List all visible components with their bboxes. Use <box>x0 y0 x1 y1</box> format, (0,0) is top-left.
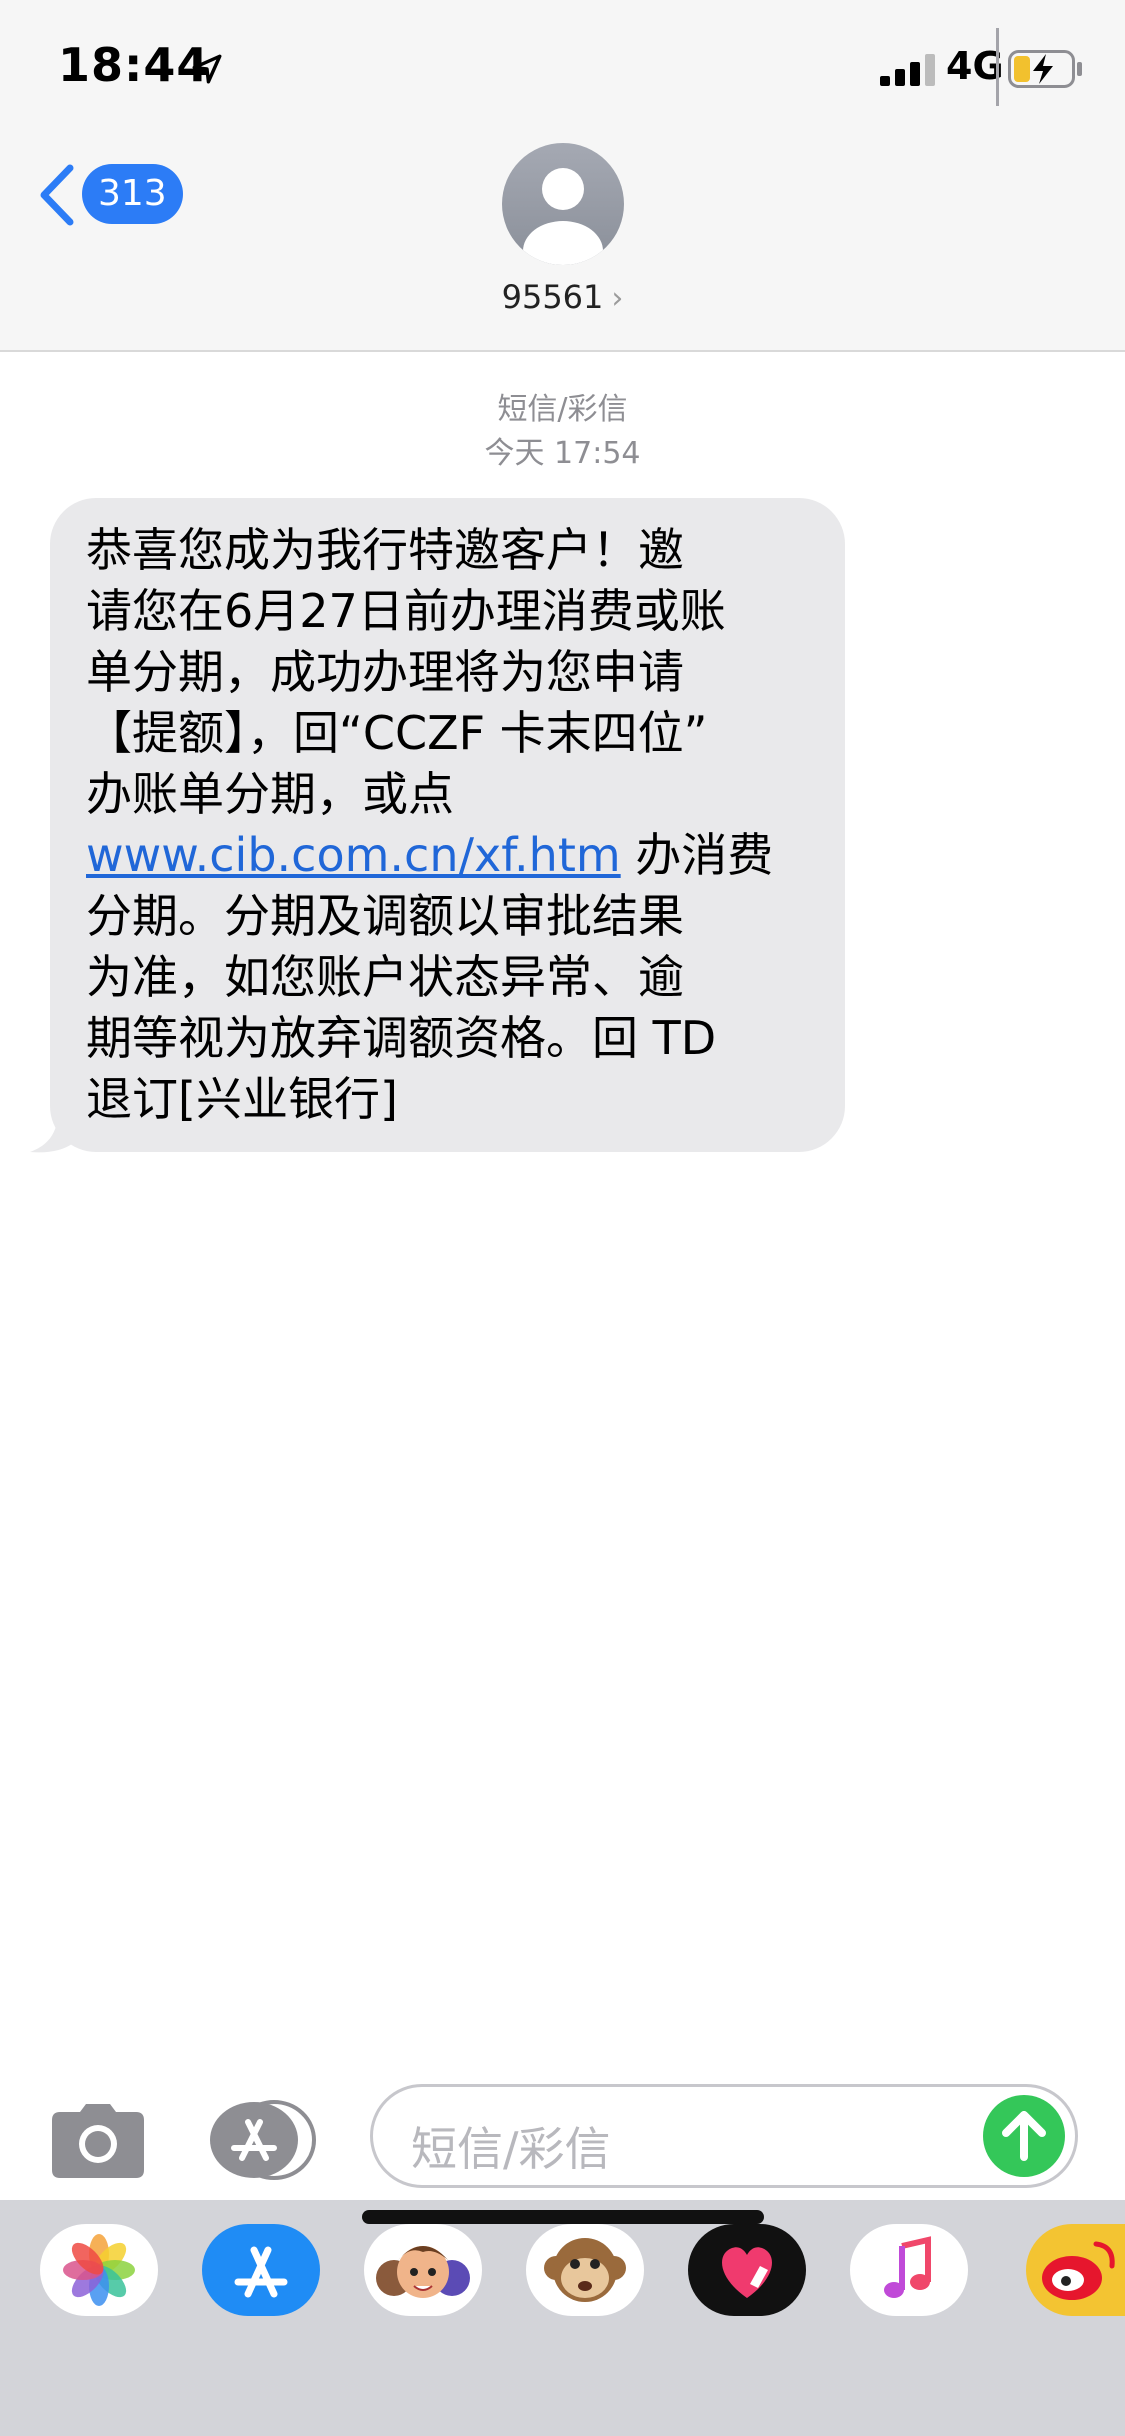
app-store-a-icon <box>234 2246 288 2298</box>
music-note-icon <box>884 2236 931 2298</box>
photos-flower-icon <box>63 2234 135 2306</box>
app-store-icon[interactable] <box>202 2224 320 2316</box>
message-text: 恭喜您成为我行特邀客户！邀 请您在6月27日前办理消费或账 单分期，成功办理将为… <box>86 520 809 1130</box>
message-link[interactable]: www.cib.com.cn/xf.htm <box>86 828 621 882</box>
dock-divider <box>996 28 999 106</box>
contact-number: 95561 <box>501 278 604 316</box>
battery-charging-icon <box>1008 50 1082 88</box>
music-icon[interactable] <box>850 2224 968 2316</box>
chevron-right-icon: › <box>611 281 624 316</box>
app-store-drawer-icon[interactable] <box>208 2100 316 2180</box>
animoji-monkey-icon[interactable] <box>526 2224 644 2316</box>
digital-touch-icon[interactable] <box>688 2224 806 2316</box>
heart-touch-icon <box>722 2247 772 2298</box>
message-type-label: 短信/彩信 <box>497 392 628 427</box>
message-input[interactable]: 短信/彩信 <box>370 2084 1078 2188</box>
weibo-logo-icon <box>1042 2241 1115 2300</box>
compose-toolbar: 短信/彩信 <box>0 2066 1125 2216</box>
message-timestamp: 今天 17:54 <box>484 436 641 471</box>
unread-count-badge: 313 <box>82 164 183 224</box>
memoji-faces-icon <box>376 2246 470 2298</box>
back-button[interactable]: 313 <box>36 160 186 230</box>
message-input-placeholder: 短信/彩信 <box>411 2122 611 2176</box>
contact-name-button[interactable]: 95561 › <box>0 278 1125 316</box>
photos-icon[interactable] <box>40 2224 158 2316</box>
weibo-icon[interactable] <box>1026 2224 1125 2316</box>
cellular-signal-icon <box>880 54 935 86</box>
arrow-up-icon <box>1002 2111 1046 2161</box>
received-message-bubble[interactable]: 恭喜您成为我行特邀客户！邀 请您在6月27日前办理消费或账 单分期，成功办理将为… <box>50 498 845 1152</box>
send-button[interactable] <box>983 2095 1065 2177</box>
chevron-left-icon <box>40 164 74 226</box>
home-indicator[interactable] <box>362 2210 764 2224</box>
network-type: 4G <box>946 44 1004 88</box>
status-time: 18:44 <box>58 38 210 92</box>
camera-icon[interactable] <box>50 2102 146 2180</box>
location-arrow-icon <box>192 54 222 84</box>
conversation-meta: 短信/彩信 今天 17:54 <box>0 388 1125 476</box>
person-silhouette-icon <box>523 168 603 265</box>
contact-avatar[interactable] <box>502 143 624 265</box>
memoji-icon[interactable] <box>364 2224 482 2316</box>
monkey-face-icon <box>544 2238 626 2302</box>
message-text-part: 恭喜您成为我行特邀客户！邀 请您在6月27日前办理消费或账 单分期，成功办理将为… <box>86 523 726 821</box>
